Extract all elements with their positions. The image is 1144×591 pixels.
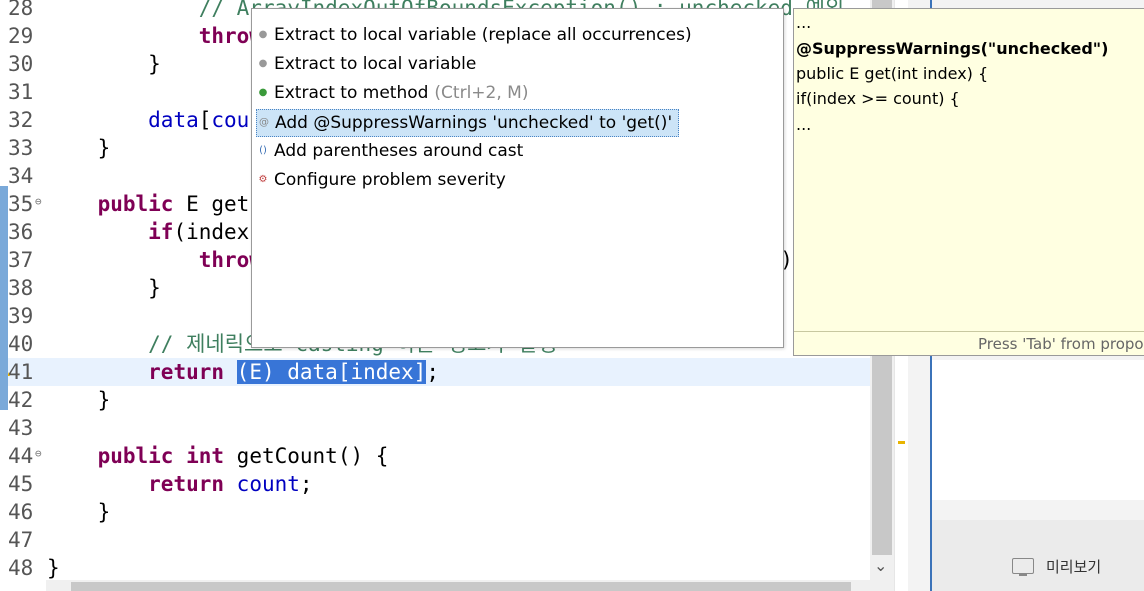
quick-fix-item[interactable]: () Add parentheses around cast: [256, 138, 523, 164]
line-number: 35: [8, 192, 34, 216]
line-number: 36: [8, 220, 34, 244]
line-number: 48: [8, 556, 34, 580]
code-line[interactable]: 45 return count;: [0, 470, 870, 498]
code-text: }: [47, 276, 161, 300]
fold-toggle-icon[interactable]: ⊖: [35, 442, 42, 466]
configure-icon: ⚙: [258, 174, 268, 185]
parentheses-icon: (): [259, 145, 267, 156]
code-line[interactable]: 43: [0, 414, 870, 442]
line-number: 29: [8, 24, 34, 48]
quick-fix-item[interactable]: @ Add @SuppressWarnings 'unchecked' to 'g…: [256, 109, 680, 137]
code-line[interactable]: 48}: [0, 554, 870, 580]
preview-line: ...: [796, 13, 812, 32]
line-number: 32: [8, 108, 34, 132]
preview-footer-hint: Press 'Tab' from proposal table or click…: [794, 331, 1144, 355]
horizontal-scroll-thumb[interactable]: [71, 582, 851, 591]
quick-fix-label: Add @SuppressWarnings 'unchecked' to 'ge…: [275, 113, 673, 133]
quick-fix-label: Extract to local variable (replace all o…: [274, 25, 692, 45]
change-marker: [0, 186, 8, 298]
quick-fix-item[interactable]: ⚙ Configure problem severity: [256, 167, 506, 193]
code-text: }: [47, 136, 111, 160]
code-line[interactable]: 46 }: [0, 498, 870, 526]
line-number: 40: [8, 332, 34, 356]
change-marker: [0, 298, 8, 410]
line-number: 45: [8, 472, 34, 496]
panel-area: [932, 360, 1144, 500]
line-number: 39: [8, 304, 34, 328]
quick-fix-label: Configure problem severity: [274, 170, 506, 190]
line-number: 33: [8, 136, 34, 160]
code-text: }: [47, 556, 60, 580]
line-number: 38: [8, 276, 34, 300]
preview-line: @SuppressWarnings("unchecked"): [796, 39, 1109, 58]
local-variable-icon: ●: [258, 29, 268, 40]
line-number: 28: [8, 0, 34, 20]
annotation-icon: @: [259, 117, 269, 128]
quick-fix-popup: ● Extract to local variable (replace all …: [251, 8, 784, 348]
fold-toggle-icon[interactable]: ⊖: [35, 190, 42, 214]
quick-fix-item[interactable]: ● Extract to method (Ctrl+2, M): [256, 80, 529, 106]
warning-marker[interactable]: [898, 441, 905, 444]
quick-fix-label: Add parentheses around cast: [274, 141, 524, 161]
code-text: }: [47, 52, 161, 76]
code-line[interactable]: 47: [0, 526, 870, 554]
shortcut-hint: (Ctrl+2, M): [434, 83, 529, 103]
code-text: return count;: [148, 472, 313, 496]
code-text: return (E) data[index];: [148, 360, 439, 384]
code-text: public int getCount() {: [97, 444, 389, 468]
line-number: 42: [8, 388, 34, 412]
line-number: 30: [8, 52, 34, 76]
line-number: 46: [8, 500, 34, 524]
code-text: }: [47, 388, 111, 412]
preview-line: ...: [796, 115, 812, 134]
preview-line: public E get(int index) {: [796, 64, 989, 83]
monitor-icon: [1012, 558, 1034, 576]
preview-button[interactable]: 미리보기: [1012, 552, 1101, 580]
line-number: 47: [8, 528, 34, 552]
method-icon: ●: [258, 87, 268, 98]
line-number: 34: [8, 164, 34, 188]
line-number: 41: [8, 360, 34, 384]
preview-line: if(index >= count) {: [796, 89, 960, 108]
line-number: 43: [8, 416, 34, 440]
local-variable-icon: ●: [258, 58, 268, 69]
code-text: }: [47, 500, 111, 524]
quick-fix-item[interactable]: ● Extract to local variable: [256, 51, 477, 77]
quick-fix-label: Extract to method: [274, 83, 429, 103]
quick-fix-item[interactable]: ● Extract to local variable (replace all …: [256, 22, 692, 48]
quick-fix-label: Extract to local variable: [274, 54, 477, 74]
horizontal-scrollbar[interactable]: [46, 580, 871, 591]
preview-label: 미리보기: [1046, 557, 1102, 576]
fix-preview-panel[interactable]: Press 'Tab' from proposal table or click…: [793, 8, 1144, 356]
line-number: 37: [8, 248, 34, 272]
line-number: 31: [8, 80, 34, 104]
chevron-down-icon[interactable]: ⌄: [874, 556, 887, 575]
line-number: 44: [8, 444, 34, 468]
code-line[interactable]: 44 ⊖ public int getCount() {: [0, 442, 870, 470]
code-line[interactable]: 42 }: [0, 386, 870, 414]
code-line[interactable]: 41 return (E) data[index];: [0, 358, 870, 386]
